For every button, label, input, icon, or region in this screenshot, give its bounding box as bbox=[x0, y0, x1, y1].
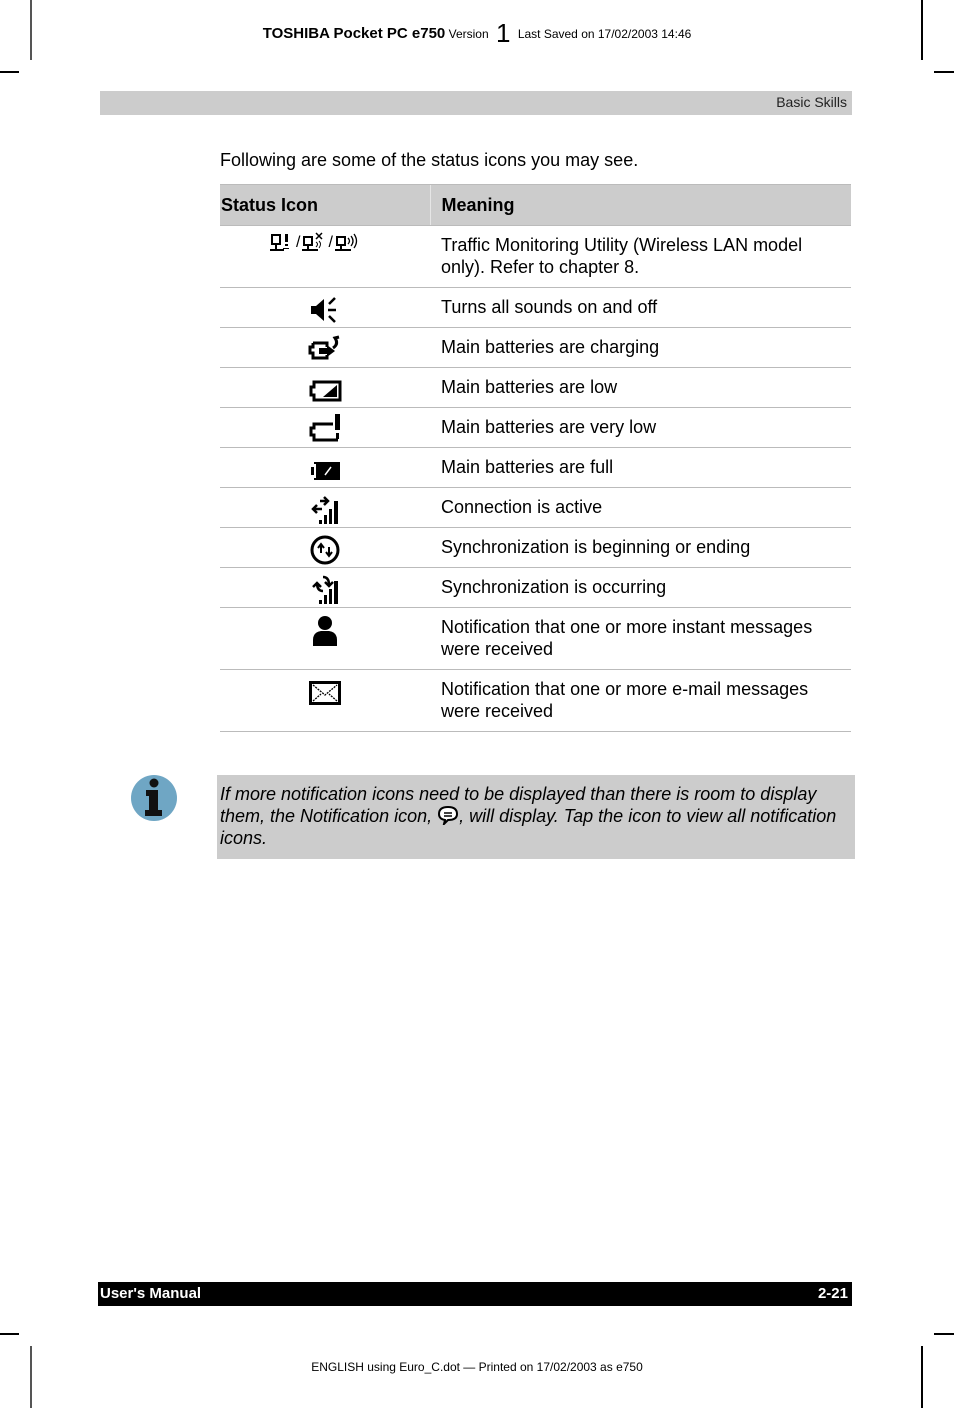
table-row: Synchronization is occurring bbox=[220, 567, 851, 608]
table-row: Main batteries are full bbox=[220, 447, 851, 488]
table-row: Connection is active bbox=[220, 487, 851, 528]
email-icon bbox=[307, 676, 343, 708]
table-row: Notification that one or more instant me… bbox=[220, 607, 851, 670]
table-row: / / Traffic Monitoring Utility (Wireless… bbox=[220, 225, 851, 288]
table-row: Main batteries are very low bbox=[220, 407, 851, 448]
instant-message-icon bbox=[307, 614, 343, 646]
page-number: 2-21 bbox=[817, 1285, 848, 1302]
intro-text: Following are some of the status icons y… bbox=[220, 150, 639, 170]
connection-active-icon bbox=[307, 494, 343, 526]
battery-low-icon bbox=[307, 374, 343, 406]
footer-bar: User's Manual 2-21 bbox=[98, 1282, 852, 1306]
meaning-cell: Synchronization is occurring bbox=[430, 567, 851, 608]
meaning-cell: Turns all sounds on and off bbox=[430, 287, 851, 328]
meaning-cell: Synchronization is beginning or ending bbox=[430, 527, 851, 568]
document-brand: TOSHIBA Pocket PC e750 bbox=[262, 25, 446, 42]
table-row: Notification that one or more e-mail mes… bbox=[220, 669, 851, 732]
crop-mark bbox=[934, 71, 954, 73]
crop-mark bbox=[30, 1346, 32, 1408]
table-row: Main batteries are low bbox=[220, 367, 851, 408]
battery-very-low-icon bbox=[307, 414, 343, 446]
column-header-meaning: Meaning bbox=[429, 184, 851, 226]
notification-icon bbox=[437, 805, 459, 828]
manual-title: User's Manual bbox=[100, 1285, 202, 1302]
meaning-cell: Notification that one or more e-mail mes… bbox=[430, 669, 851, 732]
note-text: If more notification icons need to be di… bbox=[220, 783, 855, 849]
traffic-monitoring-icons: / / bbox=[270, 232, 359, 254]
speaker-icon bbox=[307, 294, 343, 326]
table-row: Synchronization is beginning or ending bbox=[220, 527, 851, 568]
table-header-row: Status Icon Meaning bbox=[220, 184, 851, 226]
icon-separator: / bbox=[296, 234, 301, 251]
print-info: ENGLISH using Euro_C.dot — Printed on 17… bbox=[311, 1360, 643, 1374]
sync-occurring-icon bbox=[307, 574, 343, 606]
wlan-disconnected-icon bbox=[302, 232, 323, 251]
document-header: TOSHIBA Pocket PC e750 Version 1 Last Sa… bbox=[0, 18, 954, 49]
crop-mark bbox=[934, 1333, 954, 1335]
section-title: Basic Skills bbox=[776, 94, 847, 110]
wlan-warning-icon bbox=[270, 234, 289, 251]
wlan-signal-icon bbox=[334, 233, 358, 251]
info-icon bbox=[130, 774, 178, 822]
meaning-cell: Notification that one or more instant me… bbox=[430, 607, 851, 670]
meaning-cell: Traffic Monitoring Utility (Wireless LAN… bbox=[430, 225, 851, 288]
table-row: Main batteries are charging bbox=[220, 327, 851, 368]
table-row: Turns all sounds on and off bbox=[220, 287, 851, 328]
sync-begin-end-icon bbox=[307, 534, 343, 566]
meaning-cell: Connection is active bbox=[430, 487, 851, 528]
status-icon-table: Status Icon Meaning / / Traffic Monitori… bbox=[220, 184, 851, 732]
crop-mark bbox=[921, 1346, 923, 1408]
battery-charging-icon bbox=[307, 334, 343, 366]
battery-full-icon bbox=[307, 454, 343, 486]
note-box: If more notification icons need to be di… bbox=[217, 775, 855, 859]
meaning-cell: Main batteries are very low bbox=[430, 407, 851, 448]
meaning-cell: Main batteries are full bbox=[430, 447, 851, 488]
meaning-cell: Main batteries are low bbox=[430, 367, 851, 408]
icon-separator: / bbox=[328, 234, 333, 251]
section-bar: Basic Skills bbox=[100, 91, 852, 115]
column-header-status-icon: Status Icon bbox=[220, 184, 430, 226]
version-number: 1 bbox=[496, 18, 511, 48]
crop-mark bbox=[0, 1333, 19, 1335]
meaning-cell: Main batteries are charging bbox=[430, 327, 851, 368]
crop-mark bbox=[0, 71, 19, 73]
version-label: Version bbox=[448, 27, 489, 41]
last-saved: Last Saved on 17/02/2003 14:46 bbox=[517, 27, 692, 41]
